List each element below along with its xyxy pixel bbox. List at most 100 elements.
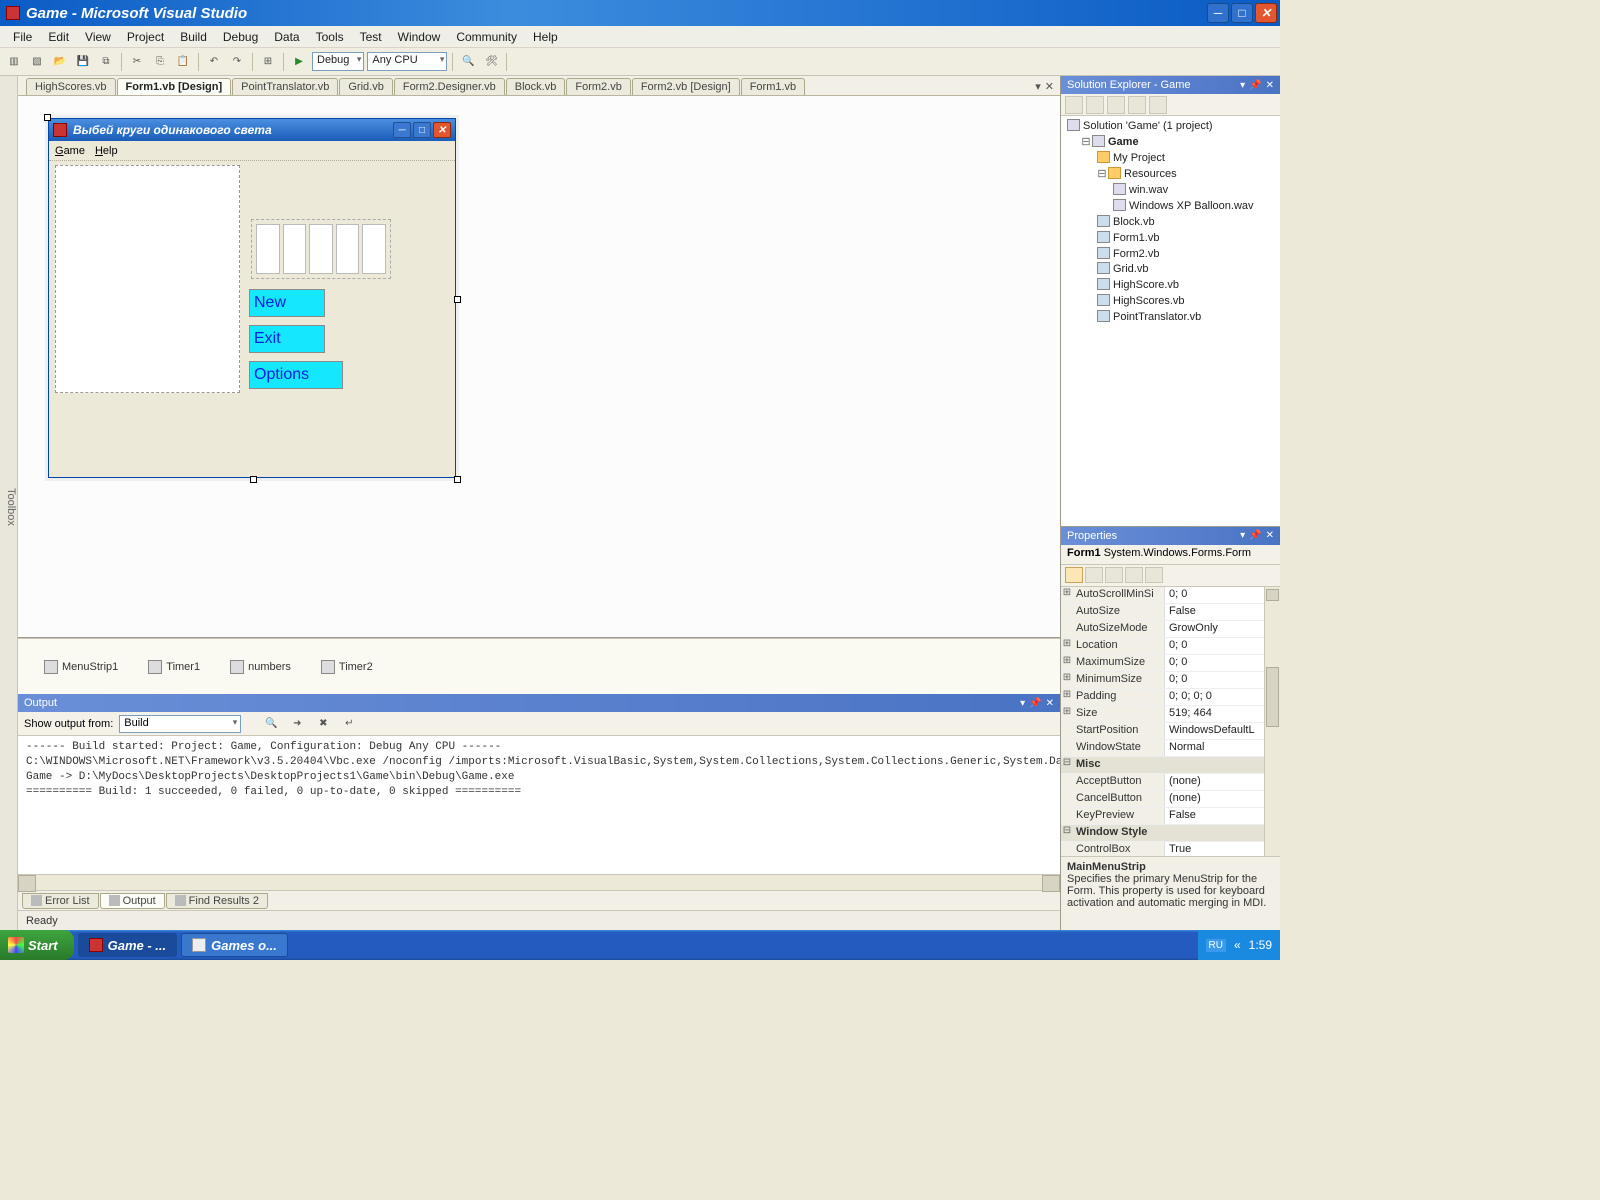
slot[interactable] [362,224,386,274]
form-menu-game[interactable]: GGameame [55,145,85,157]
menu-data[interactable]: Data [267,28,306,46]
selection-grip[interactable] [454,476,461,483]
property-row[interactable]: ⊞AutoScrollMinSi0; 0 [1061,587,1280,604]
se-properties-icon[interactable] [1065,96,1083,114]
properties-icon[interactable] [1105,567,1123,583]
form-menustrip[interactable]: GGameame Help [49,141,455,161]
selection-grip[interactable] [44,114,51,121]
output-goto-icon[interactable]: ➜ [287,714,307,734]
se-refresh-icon[interactable] [1107,96,1125,114]
panel-close-icon[interactable]: ✕ [1266,80,1274,91]
menu-tools[interactable]: Tools [309,28,351,46]
doctab[interactable]: Form2.vb [Design] [632,78,740,95]
component-menustrip[interactable]: MenuStrip1 [44,660,118,674]
menu-help[interactable]: Help [526,28,565,46]
property-row[interactable]: ⊞MaximumSize0; 0 [1061,655,1280,672]
se-showall-icon[interactable] [1086,96,1104,114]
toolbox-icon[interactable]: 🛠 [481,52,501,72]
property-row[interactable]: AcceptButton(none) [1061,774,1280,791]
events-icon[interactable] [1125,567,1143,583]
language-indicator[interactable]: RU [1206,939,1226,952]
menu-edit[interactable]: Edit [41,28,76,46]
undo-icon[interactable]: ↶ [204,52,224,72]
component-timer2[interactable]: Timer2 [321,660,373,674]
add-item-icon[interactable]: ▧ [27,52,47,72]
output-clear-icon[interactable]: ✖ [313,714,333,734]
options-button[interactable]: Options [249,361,343,389]
save-all-icon[interactable]: ⧉ [96,52,116,72]
doctab-active[interactable]: Form1.vb [Design] [117,78,232,95]
panel-pin-icon[interactable]: 📌 [1249,530,1261,541]
close-button[interactable]: ✕ [1255,3,1277,23]
property-row[interactable]: AutoSizeFalse [1061,604,1280,621]
property-row[interactable]: CancelButton(none) [1061,791,1280,808]
cut-icon[interactable]: ✂ [127,52,147,72]
designed-form[interactable]: Выбей круги одинакового света ─ □ ✕ GGam… [48,118,456,478]
config-combo[interactable]: Debug [312,52,364,71]
panel-close-icon[interactable]: ✕ [1266,530,1274,541]
panel-close-icon[interactable]: ✕ [1046,698,1054,709]
component-numbers[interactable]: numbers [230,660,291,674]
menu-view[interactable]: View [78,28,118,46]
selection-grip[interactable] [250,476,257,483]
se-viewcode-icon[interactable] [1128,96,1146,114]
slot[interactable] [256,224,280,274]
property-row[interactable]: KeyPreviewFalse [1061,808,1280,825]
output-find-icon[interactable]: 🔍 [261,714,281,734]
start-button[interactable]: Start [0,930,74,960]
property-row[interactable]: ⊞Padding0; 0; 0; 0 [1061,689,1280,706]
property-row[interactable]: AutoSizeModeGrowOnly [1061,621,1280,638]
property-pages-icon[interactable] [1145,567,1163,583]
property-row[interactable]: ⊞Location0; 0 [1061,638,1280,655]
property-category[interactable]: ⊟Misc [1061,757,1280,774]
right-panel[interactable] [251,219,391,279]
panel-dropdown-icon[interactable]: ▾ [1240,80,1245,91]
minimize-button[interactable]: ─ [1207,3,1229,23]
menu-project[interactable]: Project [120,28,171,46]
doctab[interactable]: Form2.Designer.vb [394,78,505,95]
properties-object-combo[interactable]: Form1 System.Windows.Forms.Form [1061,545,1280,565]
doctab[interactable]: HighScores.vb [26,78,116,95]
slot[interactable] [309,224,333,274]
slot[interactable] [336,224,360,274]
categorized-icon[interactable] [1065,567,1083,583]
new-button[interactable]: New [249,289,325,317]
taskbar-item[interactable]: Game - ... [78,933,178,957]
tray-chevron-icon[interactable]: « [1234,938,1241,952]
slot[interactable] [283,224,307,274]
property-row[interactable]: ControlBoxTrue [1061,842,1280,857]
alphabetical-icon[interactable] [1085,567,1103,583]
menu-community[interactable]: Community [449,28,524,46]
menu-window[interactable]: Window [391,28,448,46]
doctab[interactable]: Grid.vb [339,78,392,95]
doctab[interactable]: Form2.vb [566,78,630,95]
properties-grid[interactable]: ⊞AutoScrollMinSi0; 0AutoSizeFalseAutoSiz… [1061,587,1280,857]
system-tray[interactable]: RU « 1:59 [1198,930,1281,960]
clock[interactable]: 1:59 [1249,938,1272,952]
property-row[interactable]: ⊞Size519; 464 [1061,706,1280,723]
panel-pin-icon[interactable]: 📌 [1029,698,1041,709]
property-category[interactable]: ⊟Window Style [1061,825,1280,842]
solution-tree[interactable]: Solution 'Game' (1 project) ⊟Game My Pro… [1061,116,1280,526]
component-timer1[interactable]: Timer1 [148,660,200,674]
tab-error-list[interactable]: Error List [22,893,99,909]
doctab[interactable]: Block.vb [506,78,566,95]
selection-grip[interactable] [454,296,461,303]
output-text[interactable]: ------ Build started: Project: Game, Con… [18,736,1060,874]
menu-file[interactable]: File [6,28,39,46]
restore-button[interactable]: □ [1231,3,1253,23]
panel-pin-icon[interactable]: 📌 [1249,80,1261,91]
exit-button[interactable]: Exit [249,325,325,353]
start-debug-icon[interactable]: ▶ [289,52,309,72]
output-hscrollbar[interactable] [18,874,1060,890]
tab-dropdown-icon[interactable]: ▾ [1035,80,1041,93]
paste-icon[interactable]: 📋 [173,52,193,72]
left-panel[interactable] [55,165,240,393]
panel-dropdown-icon[interactable]: ▾ [1020,698,1025,709]
new-project-icon[interactable]: ▥ [4,52,24,72]
properties-vscrollbar[interactable] [1264,587,1280,857]
output-wrap-icon[interactable]: ↵ [339,714,359,734]
output-source-combo[interactable]: Build [119,715,241,733]
tab-close-icon[interactable]: ✕ [1045,80,1054,93]
menu-debug[interactable]: Debug [216,28,265,46]
